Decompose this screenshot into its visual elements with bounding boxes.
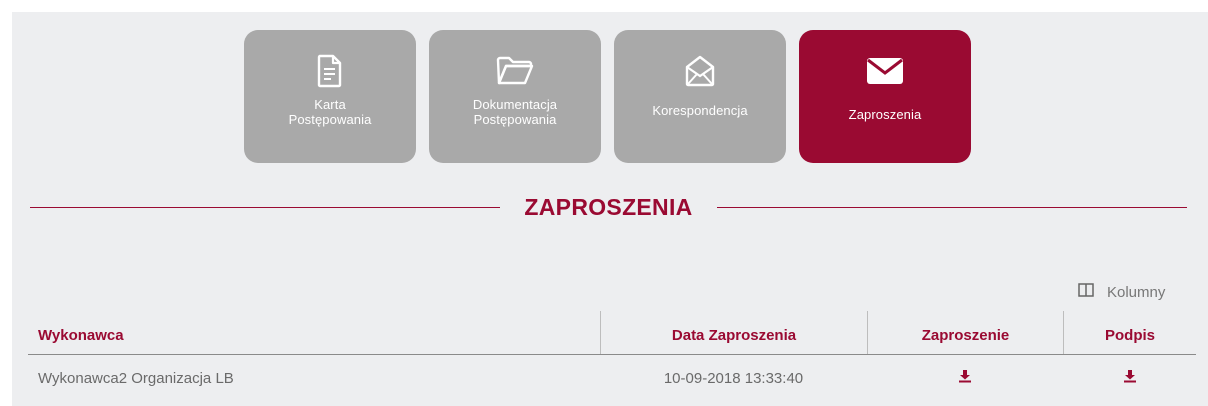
envelope-open-icon xyxy=(685,53,715,89)
table-header: Wykonawca Data Zaproszenia Zaproszenie P… xyxy=(28,311,1196,355)
download-icon xyxy=(1123,369,1137,387)
download-podpis-button[interactable] xyxy=(1063,355,1196,401)
tab-label-line1: Zaproszenia xyxy=(848,107,922,122)
divider-right xyxy=(716,206,1187,208)
tab-label-line1: Karta xyxy=(314,97,346,112)
tab-dokumentacja-postepowania[interactable]: Dokumentacja Postępowania xyxy=(429,30,601,163)
cell-date: 10-09-2018 13:33:40 xyxy=(663,369,804,387)
columns-icon xyxy=(1078,283,1094,301)
document-icon xyxy=(317,53,343,89)
invitations-table: Wykonawca Data Zaproszenia Zaproszenie P… xyxy=(28,311,1196,401)
columns-button[interactable]: Kolumny xyxy=(1078,283,1165,301)
header-podpis[interactable]: Podpis xyxy=(1063,311,1196,354)
cell-wykonawca: Wykonawca2 Organizacja LB xyxy=(38,369,234,387)
header-data-zaproszenia[interactable]: Data Zaproszenia xyxy=(600,311,867,354)
download-icon xyxy=(958,369,972,387)
section-title: ZAPROSZENIA xyxy=(524,193,693,220)
tab-zaproszenia[interactable]: Zaproszenia xyxy=(799,30,971,163)
divider-left xyxy=(30,206,501,208)
tab-label-line1: Dokumentacja xyxy=(472,97,558,112)
table-row: Wykonawca2 Organizacja LB 10-09-2018 13:… xyxy=(28,355,1196,401)
columns-label: Kolumny xyxy=(1107,283,1166,301)
header-wykonawca[interactable]: Wykonawca xyxy=(28,311,600,354)
folder-icon xyxy=(496,53,534,89)
tab-label-line2: Postępowania xyxy=(473,112,557,127)
envelope-icon xyxy=(866,53,904,89)
section-header: ZAPROSZENIA xyxy=(30,192,1187,222)
tab-label-line2: Postępowania xyxy=(288,112,372,127)
tab-tiles: Karta Postępowania Dokumentacja Postępow… xyxy=(244,30,971,163)
tab-label-line1: Korespondencja xyxy=(652,103,748,118)
download-zaproszenie-button[interactable] xyxy=(867,355,1063,401)
header-zaproszenie[interactable]: Zaproszenie xyxy=(867,311,1063,354)
tab-korespondencja[interactable]: Korespondencja xyxy=(614,30,786,163)
tab-karta-postepowania[interactable]: Karta Postępowania xyxy=(244,30,416,163)
